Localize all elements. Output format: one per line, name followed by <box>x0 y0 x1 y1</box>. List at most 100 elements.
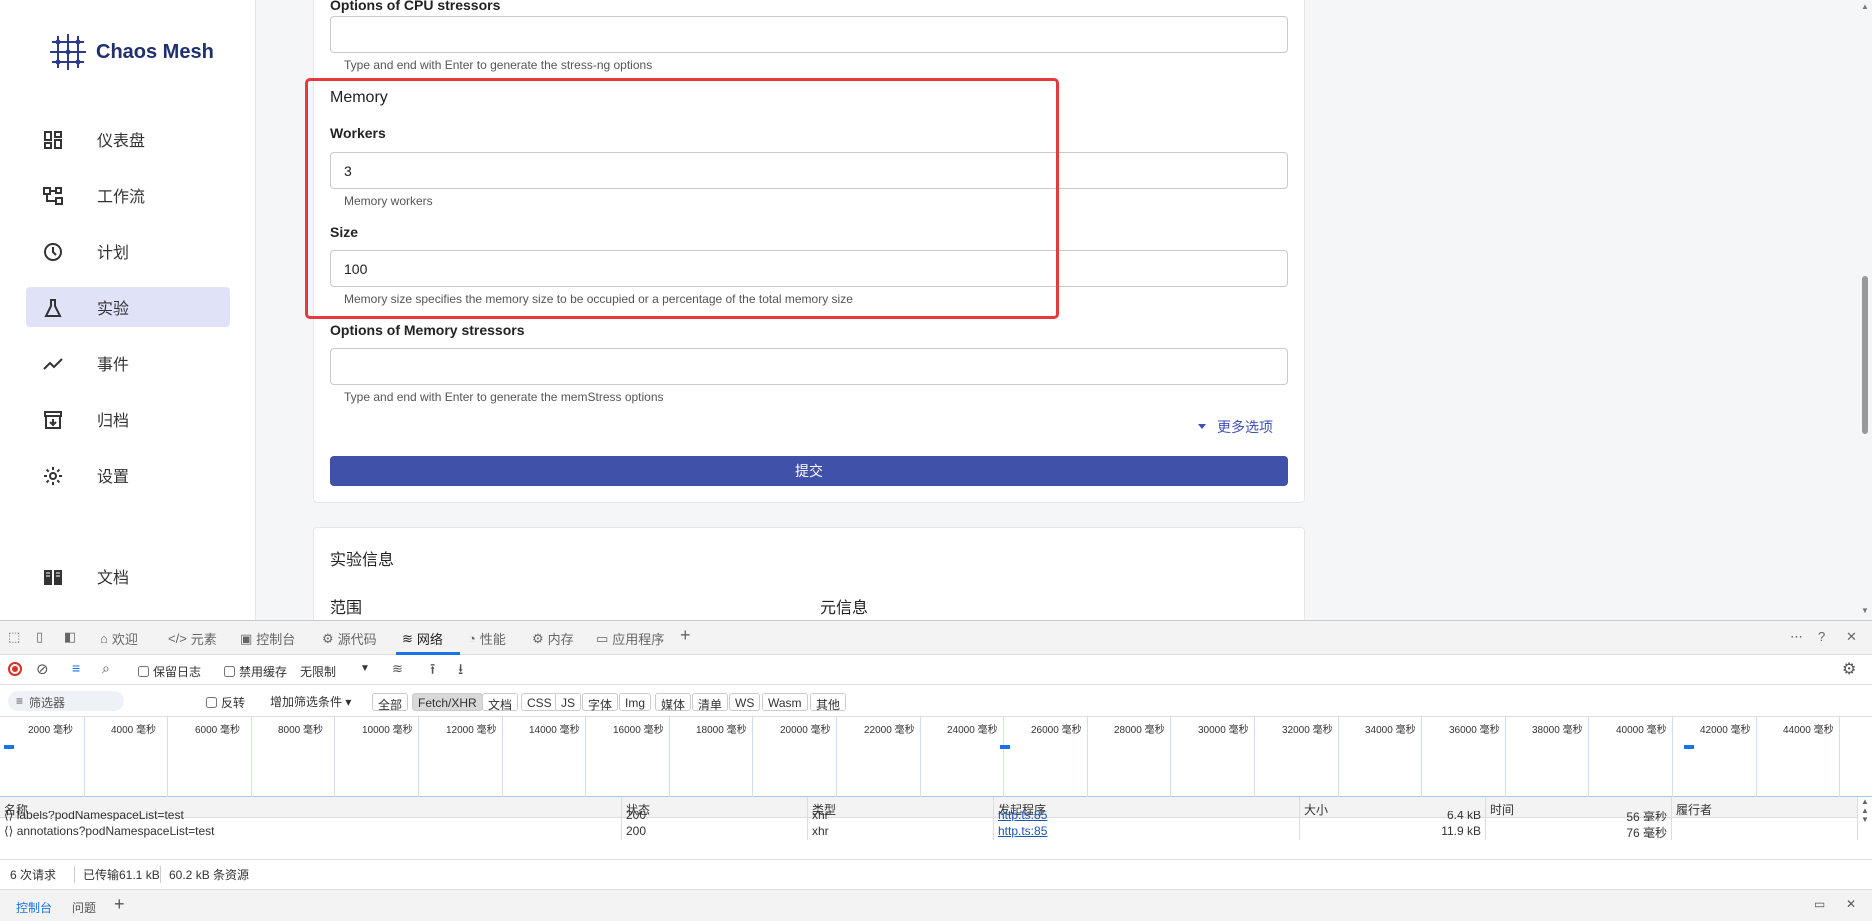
table-row[interactable]: ⟨⟩ annotations?podNamespaceList=test 200… <box>0 821 1858 841</box>
network-timeline-overview[interactable]: 2000 毫秒 4000 毫秒 6000 毫秒 8000 毫秒 10000 毫秒 1200… <box>0 717 1872 797</box>
sidebar-item-experiments[interactable]: 实验 <box>26 287 230 327</box>
tab-application[interactable]: ▭ 应用程序 <box>596 629 664 648</box>
request-fulfilled <box>1672 821 1858 840</box>
request-initiator-link[interactable]: http.ts:85 <box>994 821 1300 840</box>
timeline-tick-label: 32000 毫秒 <box>1282 725 1333 736</box>
sidebar-item-dashboard[interactable]: 仪表盘 <box>26 119 230 159</box>
preserve-log-checkbox[interactable]: 保留日志 <box>138 663 201 680</box>
timeline-gridline <box>1672 717 1673 797</box>
timeline-request-marker <box>1000 745 1010 749</box>
timeline-tick-label: 8000 毫秒 <box>278 725 324 736</box>
more-options-label: 更多选项 <box>1217 419 1273 435</box>
network-summary-bar: 6 次请求 已传输61.1 kB 60.2 kB 条资源 <box>0 859 1872 885</box>
scroll-down-icon[interactable]: ▼ <box>1861 606 1869 615</box>
drawer-tab-console[interactable]: 控制台 <box>16 899 52 916</box>
home-icon: ⌂ <box>100 631 108 646</box>
filter-type-wasm[interactable]: Wasm <box>762 693 808 711</box>
timeline-gridline <box>418 717 419 797</box>
submit-button[interactable]: 提交 <box>330 456 1288 486</box>
application-icon: ▭ <box>596 630 609 646</box>
network-conditions-icon[interactable]: ≋ <box>392 661 403 677</box>
drawer-close-icon[interactable]: ✕ <box>1846 897 1856 911</box>
timeline-gridline <box>1756 717 1757 797</box>
sidebar-item-label: 文档 <box>97 570 130 587</box>
flask-icon <box>42 297 64 319</box>
more-filters-dropdown[interactable]: 增加筛选条件 ▾ <box>270 693 351 710</box>
tab-performance[interactable]: ◔ 性能 <box>468 629 506 648</box>
filter-type-font[interactable]: 字体 <box>582 693 619 712</box>
timeline-gridline <box>920 717 921 797</box>
more-icon[interactable]: ⋯ <box>1790 629 1803 645</box>
tab-network[interactable]: ≋ 网络 <box>402 629 443 648</box>
filter-type-js[interactable]: JS <box>555 693 582 711</box>
device-toggle-icon[interactable]: ▯ <box>36 629 43 645</box>
sidebar-item-label: 设置 <box>97 469 130 486</box>
sidebar-item-label: 仪表盘 <box>97 133 146 150</box>
filter-type-other[interactable]: 其他 <box>810 693 847 712</box>
timeline-request-marker <box>1684 745 1694 749</box>
download-icon[interactable]: ⭳ <box>458 659 463 684</box>
filter-type-doc[interactable]: 文档 <box>482 693 519 712</box>
throttle-select[interactable]: 无限制 <box>300 663 336 680</box>
timeline-gridline <box>251 717 252 797</box>
search-icon[interactable]: ⌕ <box>102 660 110 677</box>
sidebar-item-archives[interactable]: 归档 <box>26 399 230 439</box>
timeline-gridline <box>752 717 753 797</box>
table-scrollbar[interactable]: ▲ ▲ ▼ <box>1858 797 1872 841</box>
sidebar-item-workflow[interactable]: 工作流 <box>26 175 230 215</box>
memory-highlight-box <box>305 78 1059 319</box>
tab-memory[interactable]: ⚙ 内存 <box>532 629 574 648</box>
filter-type-img[interactable]: Img <box>619 693 652 711</box>
request-initiator-link[interactable]: http.ts:85 <box>994 811 1300 821</box>
chevron-down-icon[interactable]: ▼ <box>360 663 370 674</box>
tab-sources[interactable]: ⚙ 源代码 <box>322 629 377 648</box>
timeline-gridline <box>1588 717 1589 797</box>
timeline-tick-label: 26000 毫秒 <box>1031 725 1082 736</box>
memory-options-input[interactable] <box>330 348 1288 385</box>
table-row[interactable]: ⟨⟩ labels?podNamespaceList=test 200 xhr … <box>0 811 1858 821</box>
filter-type-manifest[interactable]: 清单 <box>692 693 729 712</box>
page-scrollbar[interactable]: ▲ ▼ <box>1858 0 1872 620</box>
more-options-toggle[interactable]: 更多选项 <box>1197 417 1273 437</box>
invert-checkbox[interactable]: 反转 <box>206 694 245 711</box>
filter-type-fetch-xhr[interactable]: Fetch/XHR <box>412 693 483 711</box>
drawer-tab-issues[interactable]: 问题 <box>72 899 96 916</box>
filter-input[interactable]: ≡ 筛选器 <box>8 691 124 711</box>
sidebar-toggle-icon[interactable]: ◧ <box>64 629 76 645</box>
filter-icon[interactable]: ≡ <box>72 660 80 676</box>
upload-icon[interactable]: ⭱ <box>430 659 435 684</box>
filter-type-all[interactable]: 全部 <box>372 693 409 712</box>
dock-icon[interactable]: ▭ <box>1814 897 1825 911</box>
inspect-icon[interactable]: ⬚ <box>8 629 20 645</box>
clear-icon[interactable]: ⊘ <box>36 660 49 678</box>
sidebar-item-settings[interactable]: 设置 <box>26 455 230 495</box>
help-icon[interactable]: ? <box>1818 629 1825 644</box>
tab-console[interactable]: ▣ 控制台 <box>240 629 295 648</box>
timeline-tick-label: 42000 毫秒 <box>1700 725 1751 736</box>
add-tab-icon[interactable]: + <box>680 625 691 646</box>
request-type: xhr <box>808 821 994 840</box>
filter-type-css[interactable]: CSS <box>521 693 558 711</box>
dashboard-icon <box>42 129 64 151</box>
sidebar-item-schedule[interactable]: 计划 <box>26 231 230 271</box>
tab-welcome[interactable]: ⌂ 欢迎 <box>100 629 138 648</box>
sidebar-item-label: 实验 <box>97 301 130 318</box>
request-time: 76 毫秒 <box>1486 821 1672 840</box>
close-icon[interactable]: ✕ <box>1846 629 1857 645</box>
filter-type-ws[interactable]: WS <box>729 693 761 711</box>
sidebar-item-docs[interactable]: 文档 <box>26 556 230 596</box>
request-icon: ⟨⟩ <box>4 811 17 821</box>
scrollbar-thumb[interactable] <box>1862 276 1868 434</box>
drawer-add-tab-icon[interactable]: + <box>114 894 125 915</box>
filter-type-media[interactable]: 媒体 <box>655 693 692 712</box>
scroll-up-icon[interactable]: ▲ <box>1861 2 1869 11</box>
cpu-options-input[interactable] <box>330 16 1288 53</box>
record-icon[interactable] <box>8 662 22 676</box>
settings-gear-icon[interactable]: ⚙ <box>1842 659 1856 679</box>
chip-icon: ⚙ <box>532 630 544 646</box>
sidebar-item-events[interactable]: 事件 <box>26 343 230 383</box>
disable-cache-checkbox[interactable]: 禁用缓存 <box>224 663 287 680</box>
tab-elements[interactable]: </> 元素 <box>168 629 217 648</box>
logo[interactable]: Chaos Mesh <box>46 32 214 72</box>
network-toolbar: ⊘ ≡ ⌕ 保留日志 禁用缓存 无限制 ▼ ≋ ⭱ ⭳ ⚙ <box>0 655 1872 685</box>
